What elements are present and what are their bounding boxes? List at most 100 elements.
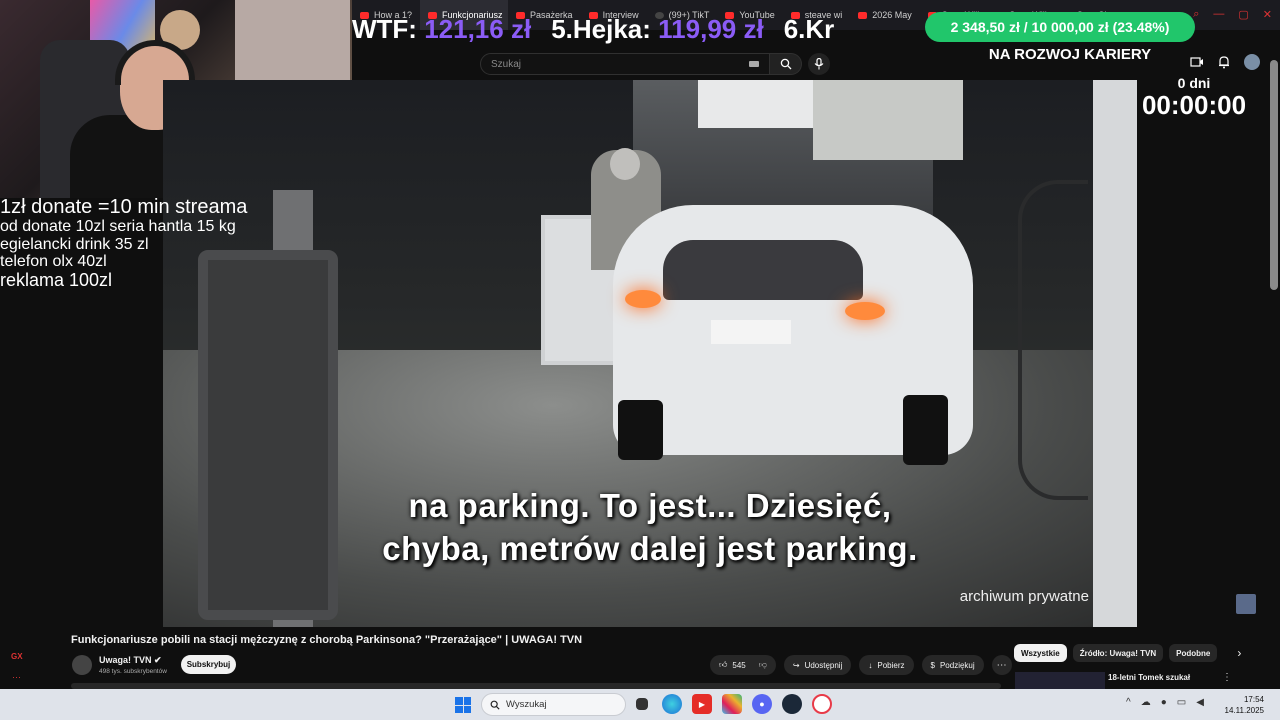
tail-light-right — [845, 302, 885, 320]
taskbar-apps: ▶ ● — [632, 694, 832, 714]
start-button[interactable] — [455, 697, 471, 713]
microphone-icon[interactable]: ● — [1161, 697, 1167, 708]
verified-icon: ✔ — [154, 655, 162, 665]
browser-tab[interactable]: Pasażerka — [508, 0, 581, 30]
search-button[interactable] — [770, 53, 802, 75]
browser-tab[interactable]: How a 1? — [352, 0, 420, 30]
miniplayer-thumbnail[interactable] — [1236, 594, 1256, 614]
chip-all[interactable]: Wszystkie — [1014, 644, 1067, 662]
browser-tab[interactable]: 2026 May — [850, 0, 920, 30]
display-icon[interactable]: ▭ — [1177, 697, 1186, 708]
subtitle-line-2: chyba, metrów dalej jest parking. — [382, 530, 918, 567]
fuel-hose — [1018, 180, 1088, 500]
system-tray: ^ ☁ ● ▭ ◀ — [1126, 697, 1204, 708]
goal-current: 2 348,50 zł — [950, 19, 1020, 35]
thanks-label: Podziękuj — [939, 660, 975, 670]
minimize-icon[interactable]: — — [1213, 8, 1224, 21]
slack-icon[interactable] — [722, 694, 742, 714]
windows-taskbar: Wyszukaj ▶ ● ^ ☁ ● ▭ ◀ 17:54 14.11.2025 — [0, 689, 1280, 720]
search-icon — [780, 58, 791, 70]
recommended-thumbnail[interactable] — [1015, 672, 1105, 690]
related-chips: Wszystkie Źródło: Uwaga! TVN Podobne › — [1014, 644, 1241, 662]
share-label: Udostępnij — [804, 660, 843, 670]
browser-tab-label: Pasażerka — [530, 10, 573, 20]
donate-line-5: reklama 100zl — [0, 269, 113, 290]
subtitle-line-1: na parking. To jest... Dziesięć, — [408, 487, 892, 524]
subscribe-button[interactable]: Subskrybuj — [181, 655, 236, 674]
goal-percent: (23.48%) — [1112, 19, 1170, 35]
steam-icon[interactable] — [782, 694, 802, 714]
close-icon[interactable]: ✕ — [1263, 8, 1272, 21]
recommended-title[interactable]: 18-letni Tomek szukał — [1108, 673, 1218, 682]
voice-search-button[interactable] — [808, 53, 830, 75]
blurred-license-plate — [711, 320, 791, 344]
chip-similar[interactable]: Podobne — [1169, 644, 1218, 662]
video-player[interactable]: na parking. To jest... Dziesięć, chyba, … — [163, 80, 1137, 627]
browser-tab[interactable]: Interview — [581, 0, 647, 30]
file-explorer-icon[interactable] — [636, 698, 648, 710]
browser-tab[interactable]: YouTube — [717, 0, 782, 30]
more-actions-button[interactable]: ⋯ — [991, 655, 1012, 675]
keyboard-icon[interactable] — [749, 61, 759, 67]
share-icon: ↪ — [792, 660, 800, 670]
edge-browser-icon[interactable] — [662, 694, 682, 714]
volume-icon[interactable]: ◀ — [1196, 697, 1204, 708]
tail-light-left — [625, 290, 661, 308]
gx-badge[interactable]: GX — [11, 652, 23, 661]
donate-line-1: 1zł donate =10 min streama — [0, 196, 248, 218]
like-button[interactable]: 👍︎ 545 👎︎ — [710, 655, 776, 675]
channel-avatar[interactable] — [72, 655, 92, 675]
youtube-icon — [790, 11, 800, 19]
browser-tab[interactable]: Funkcjonariusz — [420, 0, 509, 30]
taskbar-clock[interactable]: 17:54 14.11.2025 — [1224, 694, 1264, 716]
search-tabs-icon[interactable]: ⌕ — [1193, 8, 1199, 21]
thanks-button[interactable]: $ Podziękuj — [921, 655, 984, 675]
donation-goal-badge: 2 348,50 zł / 10 000,00 zł (23.48%) — [925, 12, 1195, 42]
opera-gx-icon[interactable] — [812, 694, 832, 714]
download-button[interactable]: ↓ Pobierz — [859, 655, 914, 675]
browser-tab[interactable]: (99+) TikT — [647, 0, 718, 30]
download-icon: ↓ — [868, 660, 873, 670]
window-controls: ⌕ — ▢ ✕ — [1193, 8, 1272, 21]
globe-icon — [360, 11, 369, 19]
channel-subscriber-count: 498 tys. subskrybentów — [99, 668, 167, 675]
cloud-icon[interactable]: ☁ — [1141, 697, 1151, 708]
discord-icon[interactable]: ● — [752, 694, 772, 714]
dislike-divider: 👎︎ — [758, 660, 767, 669]
chevron-up-icon[interactable]: ^ — [1126, 697, 1131, 708]
create-icon[interactable] — [1190, 55, 1204, 69]
youtube-icon — [725, 11, 735, 19]
wheel-right — [903, 395, 948, 465]
thumbs-up-icon: 👍︎ — [719, 660, 728, 669]
speaker-icon — [428, 11, 438, 19]
channel-name[interactable]: Uwaga! TVN ✔ — [99, 655, 162, 666]
browser-tab[interactable]: steave wi — [783, 0, 851, 30]
header-right-icons — [1190, 54, 1260, 70]
recommended-menu-icon[interactable]: ⋮ — [1222, 672, 1232, 683]
notifications-bell-icon[interactable] — [1218, 55, 1230, 69]
chip-source[interactable]: Źródło: Uwaga! TVN — [1072, 644, 1164, 662]
browser-tab-label: How a 1? — [374, 10, 413, 20]
browser-tab-label: Funkcjonariusz — [442, 10, 503, 20]
tiktok-icon — [654, 11, 664, 19]
taskbar-search[interactable]: Wyszukaj — [481, 693, 626, 716]
video-subtitles: na parking. To jest... Dziesięć, chyba, … — [163, 484, 1137, 570]
billboard — [698, 80, 816, 128]
browser-tab-label: YouTube — [739, 10, 775, 20]
sidebar-more-icon[interactable]: ··· — [12, 672, 21, 682]
source-caption: archiwum prywatne — [959, 588, 1089, 605]
share-button[interactable]: ↪ Udostępnij — [783, 655, 852, 675]
user-avatar[interactable] — [1244, 54, 1260, 70]
video-title: Funkcjonariusze pobili na stacji mężczyz… — [71, 634, 583, 646]
search-input[interactable]: Szukaj — [480, 53, 770, 75]
video-actions: 👍︎ 545 👎︎ ↪ Udostępnij ↓ Pobierz $ Podzi… — [710, 655, 1012, 675]
timer-clock: 00:00:00 — [1141, 90, 1247, 120]
chevron-right-icon[interactable]: › — [1237, 646, 1241, 660]
youtube-app-icon[interactable]: ▶ — [692, 694, 712, 714]
more-icon: ⋯ — [996, 659, 1007, 671]
wheel-left — [618, 400, 663, 460]
maximize-icon[interactable]: ▢ — [1238, 8, 1248, 21]
donate-line-3: egielancki drink 35 zl — [0, 235, 149, 253]
screen: How a 1? Funkcjonariusz Pasażerka Interview… — [0, 0, 1280, 720]
page-scrollbar[interactable] — [1270, 60, 1278, 290]
